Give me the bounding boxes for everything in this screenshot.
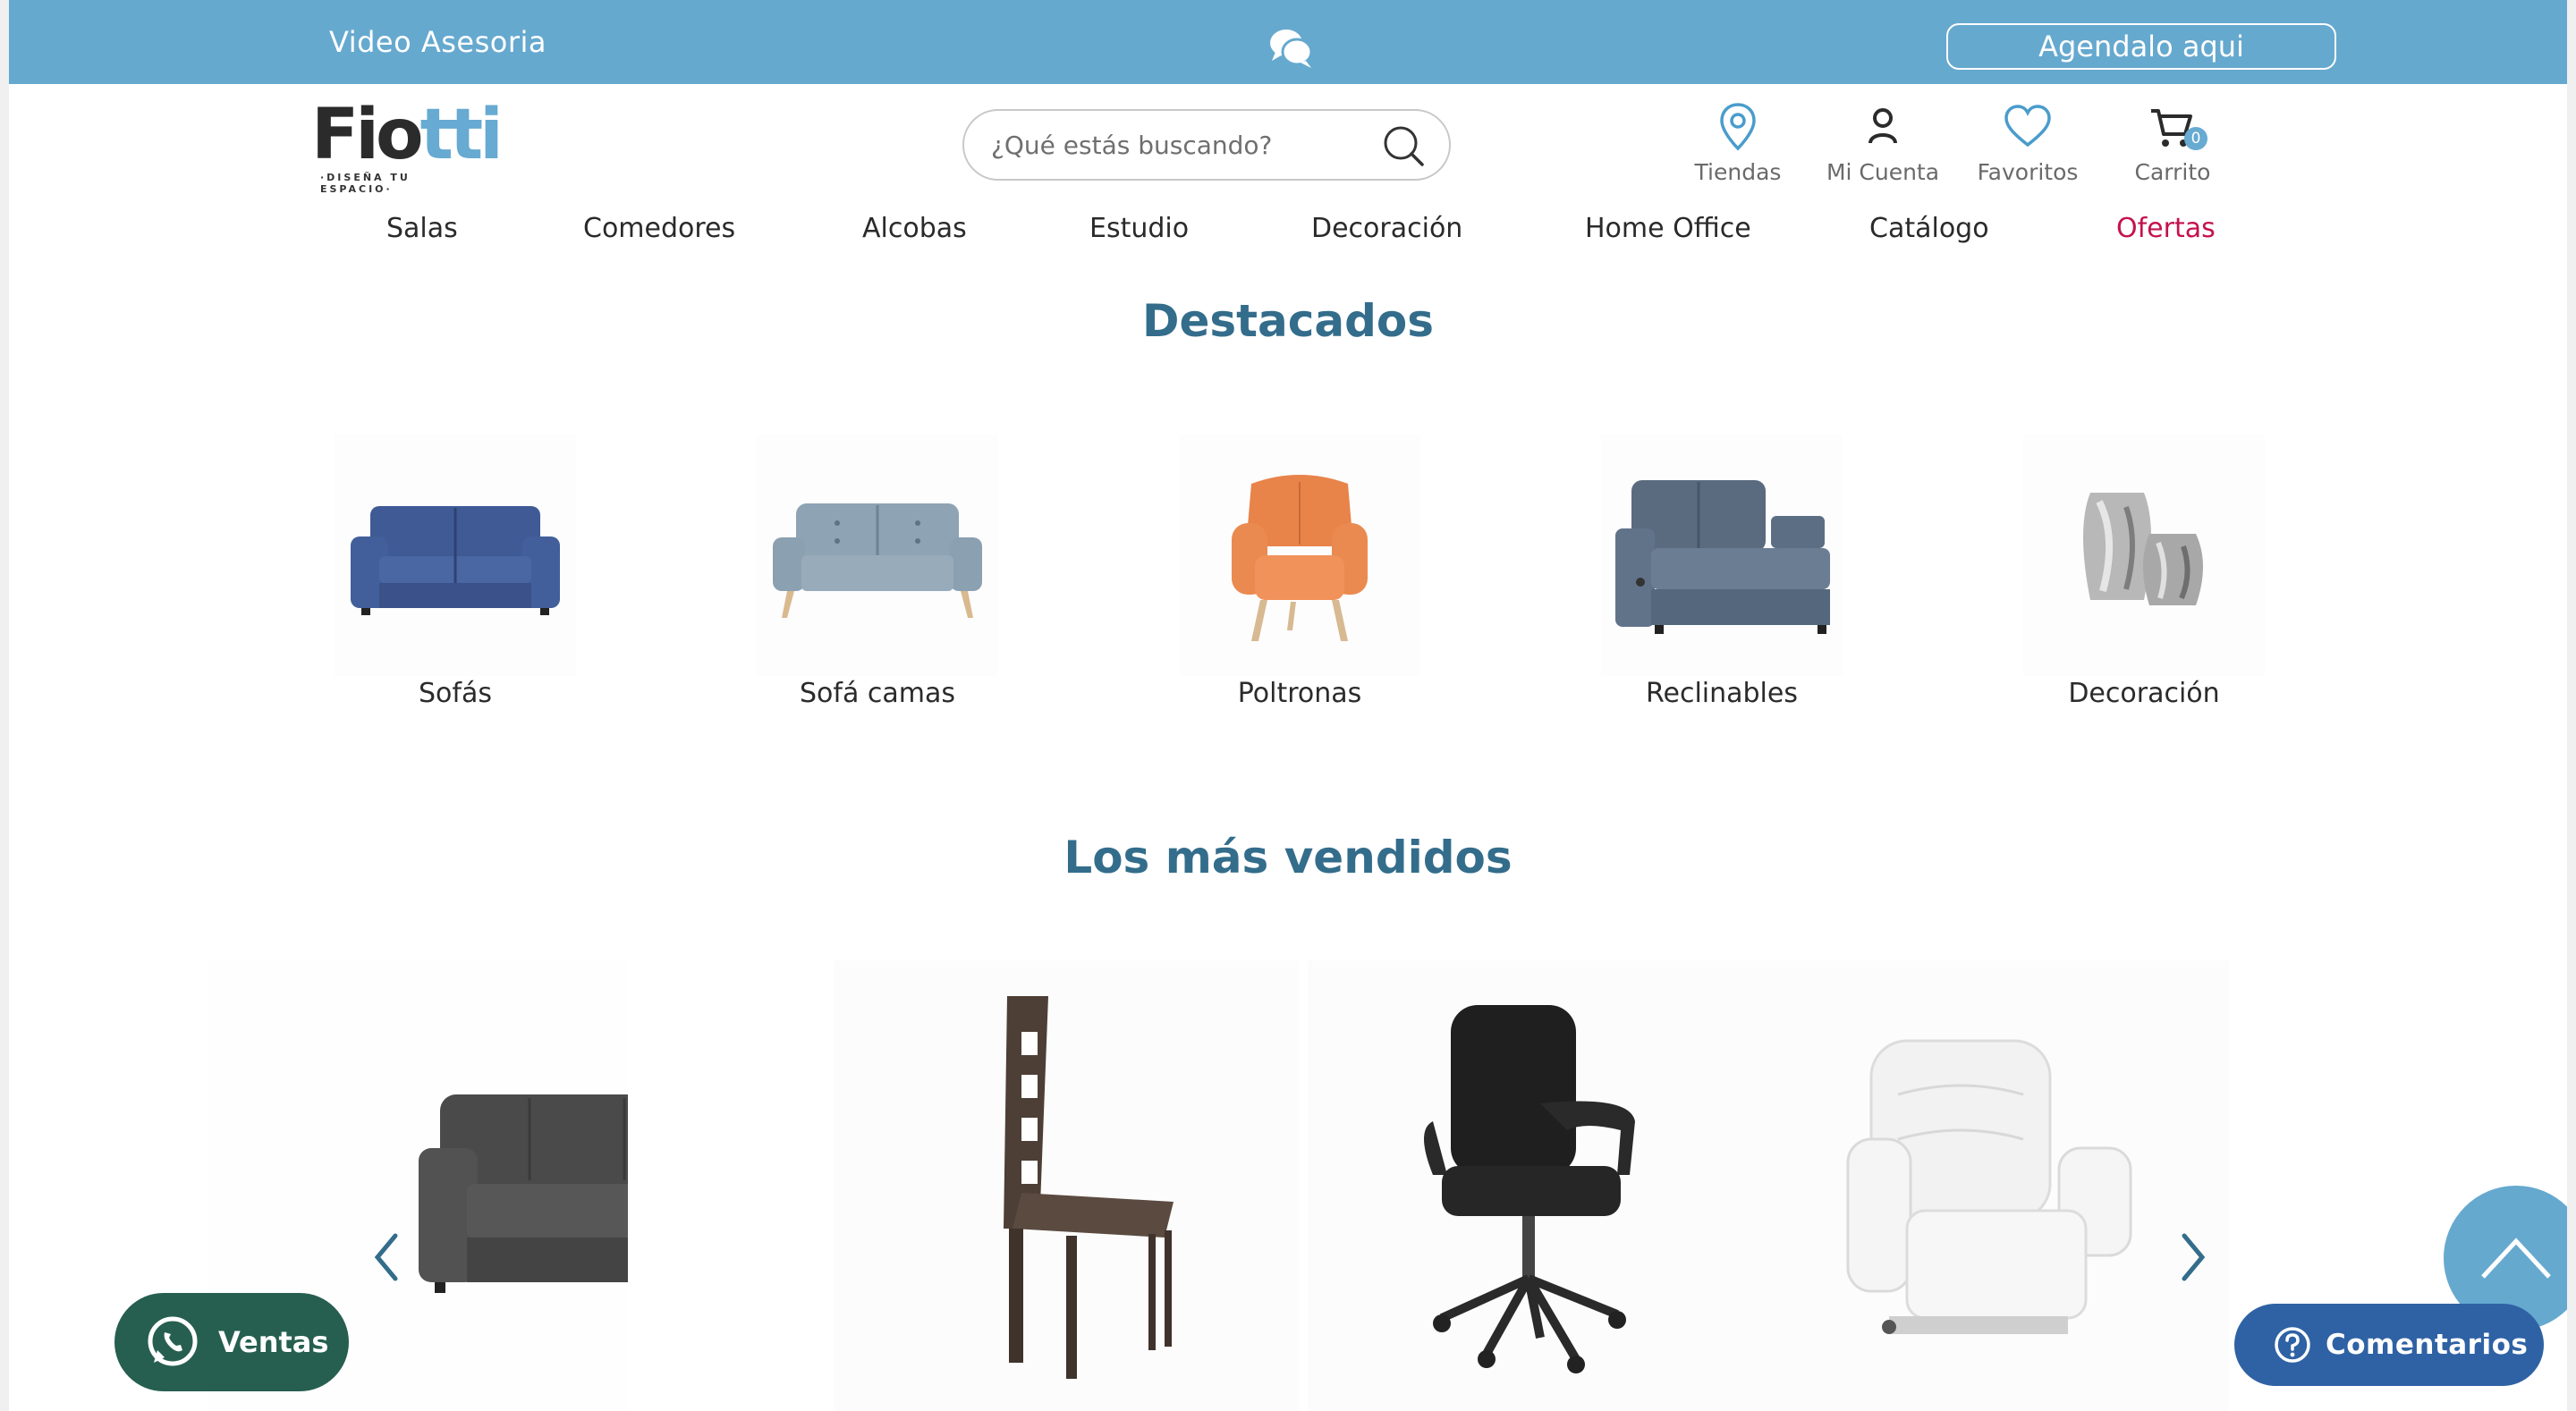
product-card-4[interactable] bbox=[1764, 960, 2229, 1411]
cart-link[interactable]: 0 Carrito bbox=[2106, 102, 2240, 191]
category-reclinables[interactable]: Reclinables bbox=[1601, 435, 1843, 721]
stores-link[interactable]: Tiendas bbox=[1671, 102, 1805, 191]
nav-decoracion[interactable]: Decoración bbox=[1311, 213, 1462, 244]
nav-catalogo[interactable]: Catálogo bbox=[1869, 213, 1989, 244]
heart-icon bbox=[2004, 105, 2051, 148]
nav-salas[interactable]: Salas bbox=[386, 213, 458, 244]
category-poltronas[interactable]: Poltronas bbox=[1179, 435, 1420, 721]
recliner-loveseat-image bbox=[1601, 435, 1843, 676]
page: Video Asesoria Agendalo aqui Fiotti ·DIS… bbox=[9, 0, 2567, 1411]
user-icon bbox=[1868, 108, 1897, 144]
location-pin-icon bbox=[1720, 103, 1756, 151]
nav-home-office[interactable]: Home Office bbox=[1585, 213, 1751, 244]
ventas-label: Ventas bbox=[218, 1325, 329, 1359]
stores-label: Tiendas bbox=[1694, 159, 1782, 185]
product-card-2[interactable] bbox=[834, 960, 1299, 1411]
nav-comedores[interactable]: Comedores bbox=[583, 213, 735, 244]
favorites-link[interactable]: Favoritos bbox=[1961, 102, 2095, 191]
account-link[interactable]: Mi Cuenta bbox=[1816, 102, 1950, 191]
category-label: Reclinables bbox=[1646, 678, 1798, 709]
featured-title: Destacados bbox=[1141, 295, 1435, 347]
category-label: Sofás bbox=[419, 678, 492, 709]
whatsapp-ventas-button[interactable]: Ventas bbox=[114, 1293, 349, 1391]
search-input[interactable] bbox=[991, 130, 1367, 160]
account-label: Mi Cuenta bbox=[1826, 159, 1940, 185]
nav-ofertas[interactable]: Ofertas bbox=[2116, 213, 2216, 244]
whatsapp-icon bbox=[148, 1316, 198, 1366]
product-card-3[interactable] bbox=[1308, 960, 1773, 1411]
orange-armchair-image bbox=[1179, 435, 1420, 676]
nav-alcobas[interactable]: Alcobas bbox=[862, 213, 967, 244]
chevron-up-icon bbox=[2481, 1238, 2551, 1279]
chat-bubbles-icon[interactable] bbox=[1267, 25, 1317, 70]
dark-recliner-sofa-image bbox=[419, 1094, 628, 1293]
video-asesoria-link[interactable]: Video Asesoria bbox=[329, 25, 547, 59]
chevron-right-icon[interactable] bbox=[2175, 1230, 2211, 1284]
category-sofas[interactable]: Sofás bbox=[335, 435, 576, 721]
black-office-chair-image bbox=[1424, 1005, 1635, 1373]
fiotti-logo[interactable]: Fiotti ·DISEÑA TU ESPACIO· bbox=[311, 95, 504, 195]
nav-estudio[interactable]: Estudio bbox=[1089, 213, 1189, 244]
silver-vases-image bbox=[2023, 435, 2265, 676]
brown-dining-chair-image bbox=[1004, 996, 1174, 1379]
question-circle-icon bbox=[2275, 1327, 2310, 1363]
cart-count-badge: 0 bbox=[2184, 127, 2207, 150]
favorites-label: Favoritos bbox=[1977, 159, 2079, 185]
category-label: Decoración bbox=[2068, 678, 2220, 709]
comentarios-label: Comentarios bbox=[2326, 1329, 2529, 1361]
white-lift-recliner-image bbox=[1846, 1039, 2132, 1334]
comentarios-button[interactable]: Comentarios bbox=[2234, 1304, 2544, 1386]
cart-label: Carrito bbox=[2134, 159, 2211, 185]
blue-sofa-image bbox=[335, 435, 576, 676]
chevron-left-icon[interactable] bbox=[369, 1230, 404, 1284]
category-sofa-camas[interactable]: Sofá camas bbox=[757, 435, 998, 721]
main-nav: Salas Comedores Alcobas Estudio Decoraci… bbox=[9, 213, 2567, 263]
agendalo-button[interactable]: Agendalo aqui bbox=[1946, 23, 2336, 70]
promo-bar: Video Asesoria Agendalo aqui bbox=[9, 0, 2567, 84]
search-bar bbox=[962, 109, 1451, 181]
grey-sofa-bed-image bbox=[757, 435, 998, 676]
bestsellers-title: Los más vendidos bbox=[1063, 832, 1513, 883]
category-label: Poltronas bbox=[1237, 678, 1362, 709]
category-decoracion[interactable]: Decoración bbox=[2023, 435, 2265, 721]
logo-wordmark: Fiotti bbox=[311, 95, 504, 175]
search-icon[interactable] bbox=[1381, 123, 1426, 168]
category-label: Sofá camas bbox=[800, 678, 955, 709]
